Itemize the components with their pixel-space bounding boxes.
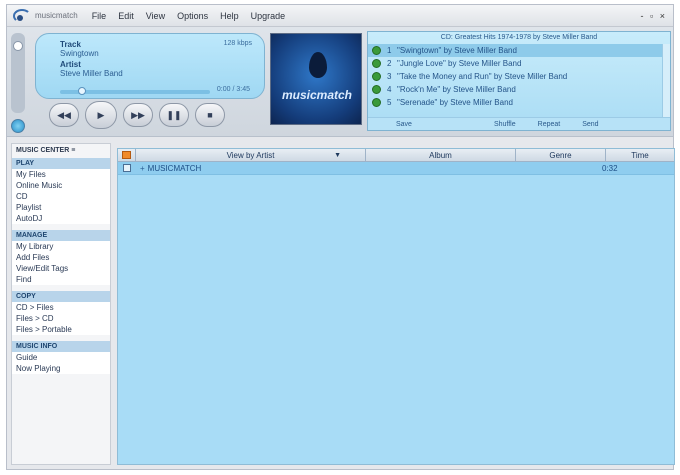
column-artist-label: View by Artist — [226, 150, 275, 160]
sidebar-section-manage: MANAGE — [12, 230, 110, 241]
select-all-checkbox[interactable] — [118, 148, 136, 162]
time-readout: 0:00 / 3:45 — [216, 86, 250, 93]
playlist-row-title: "Jungle Love" by Steve Miller Band — [397, 59, 522, 68]
expand-icon[interactable]: + — [140, 164, 145, 173]
sidebar-item-files-to-portable[interactable]: Files > Portable — [12, 324, 110, 335]
sidebar-item-now-playing[interactable]: Now Playing — [12, 363, 110, 374]
column-artist[interactable]: View by Artist ▼ — [136, 148, 366, 162]
sidebar-section-play: PLAY — [12, 158, 110, 169]
album-art: musicmatch — [270, 33, 362, 125]
sidebar-section-copy: COPY — [12, 291, 110, 302]
sidebar-item-autodj[interactable]: AutoDJ — [12, 213, 110, 224]
sidebar-title[interactable]: MUSIC CENTER ≡ — [12, 144, 110, 158]
track-value: Swingtown — [60, 49, 99, 58]
playlist-row[interactable]: 1 "Swingtown" by Steve Miller Band — [368, 44, 670, 57]
playlist-row-num: 1 — [387, 46, 392, 55]
artist-label: Artist — [60, 60, 81, 69]
playlist-row-num: 4 — [387, 85, 392, 94]
sidebar-item-cd-to-files[interactable]: CD > Files — [12, 302, 110, 313]
playlist-row-num: 3 — [387, 72, 392, 81]
sidebar-item-online-music[interactable]: Online Music — [12, 180, 110, 191]
pause-button[interactable]: ❚❚ — [159, 103, 189, 127]
menu-view[interactable]: View — [146, 11, 165, 21]
playlist-row-title: "Rock'n Me" by Steve Miller Band — [397, 85, 516, 94]
settings-orb-icon[interactable] — [11, 119, 25, 133]
track-status-icon — [372, 85, 381, 94]
sidebar-item-playlist[interactable]: Playlist — [12, 202, 110, 213]
table-row[interactable]: + MUSICMATCH 0:32 — [118, 162, 674, 175]
sort-caret-icon: ▼ — [334, 151, 341, 159]
playlist-send-button[interactable]: Send — [582, 121, 598, 128]
playlist-scrollbar[interactable] — [662, 44, 670, 118]
track-status-icon — [372, 59, 381, 68]
sidebar-item-my-library[interactable]: My Library — [12, 241, 110, 252]
row-time: 0:32 — [602, 163, 618, 173]
track-status-icon — [372, 72, 381, 81]
sidebar-item-view-edit-tags[interactable]: View/Edit Tags — [12, 263, 110, 274]
playlist-row[interactable]: 2 "Jungle Love" by Steve Miller Band — [368, 57, 670, 70]
playlist-row[interactable]: 3 "Take the Money and Run" by Steve Mille… — [368, 70, 670, 83]
artist-value: Steve Miller Band — [60, 69, 123, 78]
column-album[interactable]: Album — [366, 148, 516, 162]
playlist-row-title: "Take the Money and Run" by Steve Miller… — [397, 72, 568, 81]
app-window: musicmatch File Edit View Options Help U… — [6, 4, 675, 470]
seek-bar[interactable] — [60, 87, 210, 95]
bitrate-text: 128 kbps — [223, 40, 252, 47]
library-header: View by Artist ▼ Album Genre Time — [118, 148, 674, 162]
transport-controls: ◀◀ ▶ ▶▶ ❚❚ ■ — [49, 101, 245, 129]
sidebar-item-files-to-cd[interactable]: Files > CD — [12, 313, 110, 324]
track-status-icon — [372, 98, 381, 107]
previous-button[interactable]: ◀◀ — [49, 103, 79, 127]
playlist-row[interactable]: 4 "Rock'n Me" by Steve Miller Band — [368, 83, 670, 96]
playlist-row[interactable]: 5 "Serenade" by Steve Miller Band — [368, 96, 670, 109]
volume-knob[interactable] — [13, 41, 23, 51]
sidebar-section-music-info: MUSIC INFO — [12, 341, 110, 352]
track-label: Track — [60, 40, 81, 49]
row-name-cell: + MUSICMATCH — [136, 164, 596, 173]
playlist-footer: Save Shuffle Repeat Send — [368, 117, 670, 130]
row-checkbox[interactable] — [118, 164, 136, 172]
next-button[interactable]: ▶▶ — [123, 103, 153, 127]
album-art-text: musicmatch — [281, 88, 353, 102]
playlist-header: CD: Greatest Hits 1974-1978 by Steve Mil… — [440, 34, 598, 41]
album-art-drop-icon — [309, 52, 327, 78]
playlist-row-num: 2 — [387, 59, 392, 68]
play-button[interactable]: ▶ — [85, 101, 117, 129]
app-title: musicmatch — [35, 11, 78, 20]
window-controls[interactable]: - ▫ × — [641, 11, 667, 21]
music-center-sidebar: MUSIC CENTER ≡ PLAY My Files Online Musi… — [11, 143, 111, 465]
now-playing-display: Track Swingtown Artist Steve Miller Band… — [35, 33, 265, 99]
playlist-row-title: "Swingtown" by Steve Miller Band — [397, 46, 517, 55]
track-status-icon — [372, 46, 381, 55]
menu-upgrade[interactable]: Upgrade — [251, 11, 286, 21]
menu-edit[interactable]: Edit — [118, 11, 134, 21]
playlist-save-button[interactable]: Save — [396, 121, 412, 128]
sidebar-item-add-files[interactable]: Add Files — [12, 252, 110, 263]
player-panel: Track Swingtown Artist Steve Miller Band… — [7, 27, 673, 137]
menubar: musicmatch File Edit View Options Help U… — [7, 5, 673, 27]
library-list: View by Artist ▼ Album Genre Time + MUSICM… — [117, 148, 675, 465]
playlist-row-num: 5 — [387, 98, 392, 107]
app-logo-icon — [11, 7, 33, 25]
stop-button[interactable]: ■ — [195, 103, 225, 127]
playlist-panel: CD: Greatest Hits 1974-1978 by Steve Mil… — [367, 31, 671, 131]
column-time[interactable]: Time — [606, 149, 674, 162]
sidebar-item-cd[interactable]: CD — [12, 191, 110, 202]
playlist-repeat-button[interactable]: Repeat — [538, 121, 561, 128]
menu-options[interactable]: Options — [177, 11, 208, 21]
playlist-row-title: "Serenade" by Steve Miller Band — [397, 98, 513, 107]
seek-knob[interactable] — [78, 87, 86, 95]
column-genre[interactable]: Genre — [516, 148, 606, 162]
row-name: MUSICMATCH — [147, 163, 202, 173]
playlist-shuffle-button[interactable]: Shuffle — [494, 121, 516, 128]
menu-help[interactable]: Help — [220, 11, 239, 21]
sidebar-item-guide[interactable]: Guide — [12, 352, 110, 363]
sidebar-item-my-files[interactable]: My Files — [12, 169, 110, 180]
sidebar-item-find[interactable]: Find — [12, 274, 110, 285]
volume-slider[interactable] — [11, 33, 25, 113]
menu-file[interactable]: File — [92, 11, 107, 21]
